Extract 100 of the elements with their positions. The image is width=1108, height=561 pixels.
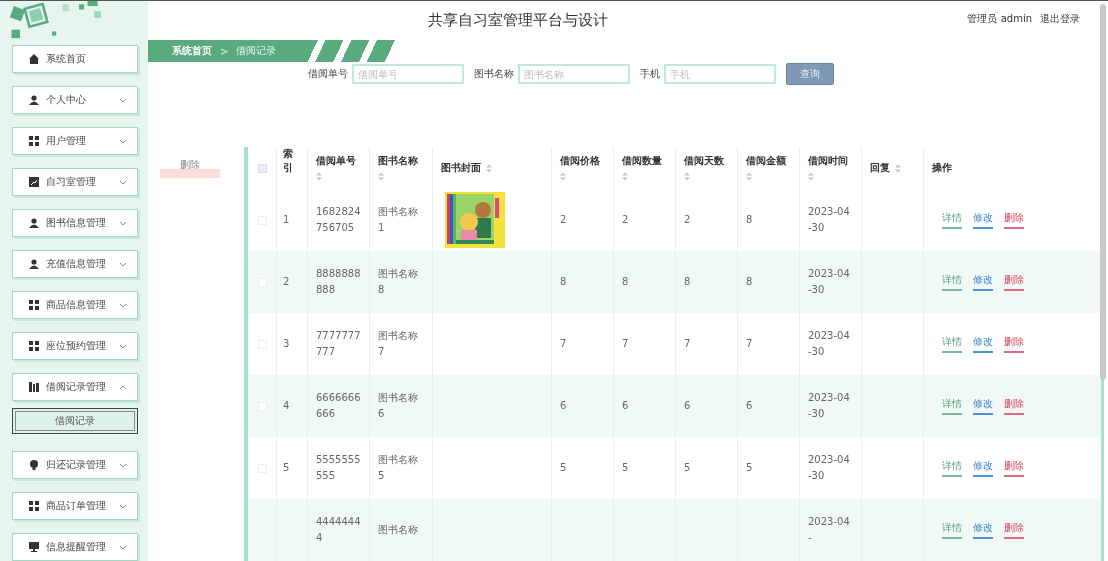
menu-label: 信息提醒管理 xyxy=(46,540,107,554)
table-cell-text: 6 xyxy=(560,399,567,413)
column-header[interactable]: 图书名称 xyxy=(378,154,418,168)
table-cell-text: 7 xyxy=(684,337,691,351)
table-cell-text: 2023-04-30 xyxy=(808,453,851,483)
table-cell-text: 2 xyxy=(283,275,290,289)
page-title: 共享自习室管理平台与设计 xyxy=(428,11,608,30)
menu-item[interactable]: 信息提醒管理 xyxy=(12,533,138,561)
grid-icon xyxy=(29,501,39,511)
menu-item[interactable]: 个人中心 xyxy=(12,86,138,114)
details-link[interactable]: 详情 xyxy=(942,335,962,353)
table-cell-text: 5 xyxy=(283,461,290,475)
chevron-down-icon xyxy=(119,301,127,309)
menu-item[interactable]: 商品信息管理 xyxy=(12,291,138,319)
table-cell-text: 图书名称8 xyxy=(378,267,419,297)
table-cell-text: 7777777777 xyxy=(316,329,361,359)
menu-label: 图书信息管理 xyxy=(46,216,107,230)
logout-link[interactable]: 退出登录 xyxy=(1040,11,1080,26)
menu-item[interactable]: 充值信息管理 xyxy=(12,250,138,278)
table-cell-text: 图书名称1 xyxy=(378,205,419,235)
menu-item[interactable]: 归还记录管理 xyxy=(12,451,138,479)
menu-item[interactable]: 商品订单管理 xyxy=(12,492,138,520)
table-cell-text: 图书名称7 xyxy=(378,329,419,359)
delete-link[interactable]: 删除 xyxy=(1004,521,1024,539)
menu-item[interactable]: 借阅记录管理 xyxy=(12,373,138,401)
edit-link[interactable]: 修改 xyxy=(973,459,993,477)
search-field[interactable]: 手机 xyxy=(664,64,776,84)
table-cell-text: 1 xyxy=(283,213,290,227)
delete-link[interactable]: 删除 xyxy=(1004,211,1024,229)
chevron-down-icon xyxy=(119,178,127,186)
column-header[interactable]: 借阅价格 xyxy=(560,154,600,168)
menu-label: 自习室管理 xyxy=(46,175,97,189)
person-icon xyxy=(29,218,39,228)
column-header[interactable]: 索引 xyxy=(283,147,293,175)
search-field[interactable]: 图书名称 xyxy=(518,64,630,84)
edit-link[interactable]: 修改 xyxy=(973,521,993,539)
delete-button[interactable]: 删除 xyxy=(160,158,220,178)
menu-item[interactable]: 自习室管理 xyxy=(12,168,138,196)
menu-label: 系统首页 xyxy=(46,52,87,66)
table-cell-text: 8888888888 xyxy=(316,267,361,297)
grid-icon xyxy=(29,136,39,146)
edit-link[interactable]: 修改 xyxy=(973,211,993,229)
checkbox[interactable] xyxy=(257,163,267,173)
table-cell-text: 2023-04-30 xyxy=(808,329,851,359)
grid-icon xyxy=(29,300,39,310)
table-cell-text: 2 xyxy=(684,213,691,227)
column-header[interactable]: 借阅单号 xyxy=(316,154,356,168)
table-cell-text: 5 xyxy=(622,461,629,475)
details-link[interactable]: 详情 xyxy=(942,211,962,229)
breadcrumb-separator: > xyxy=(220,45,229,57)
table-cell-text: 1682824756705 xyxy=(316,205,361,235)
chevron-down-icon xyxy=(119,543,127,551)
table-cell-text: 4 xyxy=(283,399,290,413)
menu-item[interactable]: 系统首页 xyxy=(12,45,138,73)
menu-item[interactable]: 图书信息管理 xyxy=(12,209,138,237)
table-cell-text: 2 xyxy=(560,213,567,227)
table-cell-text: 7 xyxy=(622,337,629,351)
chevron-down-icon xyxy=(119,137,127,145)
chevron-down-icon xyxy=(119,96,127,104)
chevron-up-icon xyxy=(119,383,127,391)
column-header[interactable]: 回复 xyxy=(870,161,890,175)
chevron-down-icon xyxy=(119,461,127,469)
table-cell-text: 2023-04-30 xyxy=(808,205,851,235)
edit-link[interactable]: 修改 xyxy=(973,335,993,353)
menu-label: 借阅记录管理 xyxy=(46,380,107,394)
table-cell-text: 8 xyxy=(684,275,691,289)
submenu-item[interactable]: 借阅记录 xyxy=(12,408,138,434)
table-cell-text: 图书名称5 xyxy=(378,453,419,483)
table-cell-text: 7 xyxy=(746,337,753,351)
scrollbar[interactable] xyxy=(1100,4,1106,380)
column-header[interactable]: 借阅金额 xyxy=(746,154,786,168)
field-label: 手机 xyxy=(640,67,660,81)
edit-link[interactable]: 修改 xyxy=(973,397,993,415)
table-cell-text: 2 xyxy=(622,213,629,227)
column-header[interactable]: 图书封面 xyxy=(441,161,481,175)
details-link[interactable]: 详情 xyxy=(942,459,962,477)
chevron-down-icon xyxy=(119,260,127,268)
monitor-icon xyxy=(29,542,39,552)
table-cell-text: 5555555555 xyxy=(316,453,361,483)
column-header[interactable]: 借阅时间 xyxy=(808,154,848,168)
chevron-down-icon xyxy=(119,219,127,227)
table-cell-text: 6 xyxy=(746,399,753,413)
menu-label: 充值信息管理 xyxy=(46,257,107,271)
column-header[interactable]: 借阅数量 xyxy=(622,154,662,168)
table-cell-text: 8 xyxy=(746,275,753,289)
menu-item[interactable]: 座位预约管理 xyxy=(12,332,138,360)
grid-icon xyxy=(29,341,39,351)
table-cell-text: 8 xyxy=(746,213,753,227)
delete-link[interactable]: 删除 xyxy=(1004,459,1024,477)
delete-link[interactable]: 删除 xyxy=(1004,273,1024,291)
column-header[interactable]: 借阅天数 xyxy=(684,154,724,168)
field-label: 借阅单号 xyxy=(308,67,348,81)
books-icon xyxy=(29,382,39,392)
column-header[interactable]: 操作 xyxy=(932,161,952,175)
menu-label: 个人中心 xyxy=(46,93,87,107)
edit-link[interactable]: 修改 xyxy=(973,273,993,291)
delete-link[interactable]: 删除 xyxy=(1004,335,1024,353)
menu-item[interactable]: 用户管理 xyxy=(12,127,138,155)
delete-link[interactable]: 删除 xyxy=(1004,397,1024,415)
table-cell-text: 图书名称6 xyxy=(378,391,419,421)
